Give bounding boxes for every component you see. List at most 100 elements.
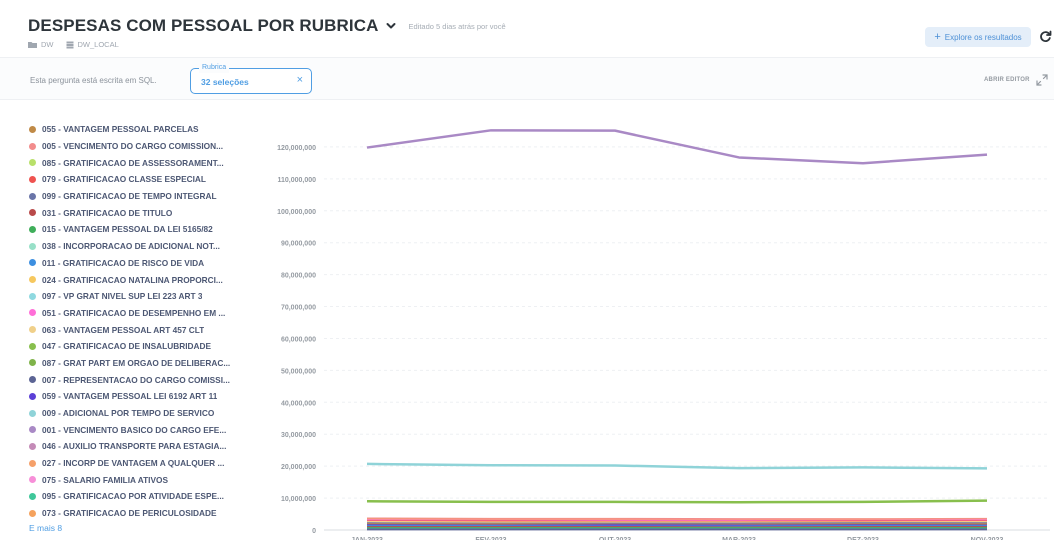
series-line[interactable] bbox=[366, 499, 988, 504]
legend-label: 027 - INCORP DE VANTAGEM A QUALQUER ... bbox=[42, 458, 225, 469]
breadcrumb-dw-local[interactable]: DW_LOCAL bbox=[66, 40, 119, 49]
filter-label: Rubrica bbox=[199, 63, 230, 73]
refresh-icon[interactable] bbox=[1039, 30, 1052, 43]
legend-item[interactable]: 085 - GRATIFICACAO DE ASSESSORAMENT... bbox=[29, 154, 259, 171]
plus-icon: + bbox=[934, 30, 941, 43]
legend-item[interactable]: 095 - GRATIFICACAO POR ATIVIDADE ESPE... bbox=[29, 488, 259, 505]
line-chart: 0 10,000,000 20,000,000 30,000,000 40,000,00… bbox=[277, 129, 1050, 540]
legend-dot-icon bbox=[29, 209, 36, 217]
legend-dot-icon bbox=[29, 175, 36, 183]
legend-dot-icon bbox=[29, 242, 36, 250]
legend-dot-icon bbox=[29, 376, 36, 384]
breadcrumb-dw[interactable]: DW bbox=[28, 40, 54, 49]
legend-item[interactable]: 009 - ADICIONAL POR TEMPO DE SERVICO bbox=[29, 405, 259, 422]
legend-label: 087 - GRAT PART EM ORGAO DE DELIBERAC... bbox=[42, 357, 231, 368]
y-tick-label: 20,000,000 bbox=[281, 464, 316, 471]
y-tick-label: 110,000,000 bbox=[277, 177, 316, 184]
legend-label: 075 - SALARIO FAMILIA ATIVOS bbox=[42, 474, 169, 485]
legend-label: 059 - VANTAGEM PESSOAL LEI 6192 ART 11 bbox=[42, 391, 218, 402]
rubrica-filter[interactable]: Rubrica 32 seleções × bbox=[190, 63, 312, 94]
legend-item[interactable]: 001 - VENCIMENTO BASICO DO CARGO EFE... bbox=[29, 421, 259, 438]
legend-label: 055 - VANTAGEM PESSOAL PARCELAS bbox=[42, 124, 199, 135]
legend-item[interactable]: 097 - VP GRAT NIVEL SUP LEI 223 ART 3 bbox=[29, 288, 259, 305]
breadcrumb: DW DW_LOCAL bbox=[28, 40, 131, 49]
legend-item[interactable]: 015 - VANTAGEM PESSOAL DA LEI 5165/82 bbox=[29, 221, 259, 238]
question-header: DESPESAS COM PESSOAL POR RUBRICA Editado… bbox=[0, 0, 1054, 58]
legend-item[interactable]: 087 - GRAT PART EM ORGAO DE DELIBERAC... bbox=[29, 355, 259, 372]
legend-label: 011 - GRATIFICACAO DE RISCO DE VIDA bbox=[42, 257, 205, 268]
legend-label: 024 - GRATIFICACAO NATALINA PROPORCI... bbox=[42, 274, 223, 285]
filter-value: 32 seleções bbox=[201, 77, 249, 87]
legend-item[interactable]: 099 - GRATIFICACAO DE TEMPO INTEGRAL bbox=[29, 188, 259, 205]
legend-dot-icon bbox=[29, 392, 36, 400]
legend-item[interactable]: 005 - VENCIMENTO DO CARGO COMISSION... bbox=[29, 138, 259, 155]
y-tick-label: 120,000,000 bbox=[277, 145, 316, 152]
explore-results-label: Explore os resultados bbox=[944, 32, 1022, 42]
breadcrumb-label: DW_LOCAL bbox=[77, 40, 119, 49]
legend-item[interactable]: 075 - SALARIO FAMILIA ATIVOS bbox=[29, 471, 259, 488]
legend-item[interactable]: 063 - VANTAGEM PESSOAL ART 457 CLT bbox=[29, 321, 259, 338]
database-icon bbox=[66, 41, 73, 48]
filter-bar: Esta pergunta está escrita em SQL. Rubri… bbox=[0, 58, 1054, 100]
legend-dot-icon bbox=[29, 342, 36, 350]
y-tick-label: 80,000,000 bbox=[281, 273, 316, 280]
legend-item[interactable]: 059 - VANTAGEM PESSOAL LEI 6192 ART 11 bbox=[29, 388, 259, 405]
legend-item[interactable]: 038 - INCORPORACAO DE ADICIONAL NOT... bbox=[29, 238, 259, 255]
legend-item[interactable]: 079 - GRATIFICACAO CLASSE ESPECIAL bbox=[29, 171, 259, 188]
legend-dot-icon bbox=[29, 426, 36, 434]
y-tick-label: 50,000,000 bbox=[281, 368, 316, 375]
legend-label: 051 - GRATIFICACAO DE DESEMPENHO EM ... bbox=[42, 307, 226, 318]
close-icon[interactable]: × bbox=[297, 74, 303, 86]
chevron-down-icon[interactable] bbox=[385, 20, 397, 32]
legend-dot-icon bbox=[29, 142, 36, 150]
legend-label: 046 - AUXILIO TRANSPORTE PARA ESTAGIA... bbox=[42, 441, 227, 452]
legend-dot-icon bbox=[29, 292, 36, 300]
legend-dot-icon bbox=[29, 459, 36, 467]
legend-label: 005 - VENCIMENTO DO CARGO COMISSION... bbox=[42, 141, 224, 152]
open-editor-button[interactable]: ABRIR EDITOR bbox=[984, 77, 1030, 83]
y-tick-label: 60,000,000 bbox=[281, 336, 316, 343]
legend-label: 015 - VANTAGEM PESSOAL DA LEI 5165/82 bbox=[42, 224, 213, 235]
page-title[interactable]: DESPESAS COM PESSOAL POR RUBRICA bbox=[28, 16, 379, 36]
legend-item[interactable]: 051 - GRATIFICACAO DE DESEMPENHO EM ... bbox=[29, 305, 259, 322]
edited-timestamp[interactable]: Editado 5 dias atrás por você bbox=[409, 22, 506, 31]
legend-dot-icon bbox=[29, 159, 36, 167]
folder-icon bbox=[28, 42, 37, 48]
legend-label: 079 - GRATIFICACAO CLASSE ESPECIAL bbox=[42, 174, 206, 185]
legend-label: 031 - GRATIFICACAO DE TITULO bbox=[42, 207, 173, 218]
legend-dot-icon bbox=[29, 326, 36, 334]
legend-item[interactable]: 047 - GRATIFICACAO DE INSALUBRIDADE bbox=[29, 338, 259, 355]
legend-dot-icon bbox=[29, 225, 36, 233]
title-row: DESPESAS COM PESSOAL POR RUBRICA Editado… bbox=[28, 16, 506, 36]
legend-item[interactable]: 027 - INCORP DE VANTAGEM A QUALQUER ... bbox=[29, 455, 259, 472]
y-tick-label: 0 bbox=[312, 528, 316, 535]
y-tick-label: 100,000,000 bbox=[277, 209, 316, 216]
legend-item[interactable]: 046 - AUXILIO TRANSPORTE PARA ESTAGIA... bbox=[29, 438, 259, 455]
legend-label: 099 - GRATIFICACAO DE TEMPO INTEGRAL bbox=[42, 191, 217, 202]
y-tick-label: 90,000,000 bbox=[281, 241, 316, 248]
legend-more-link[interactable]: E mais 8 bbox=[29, 523, 259, 533]
legend-label: 073 - GRATIFICACAO DE PERICULOSIDADE bbox=[42, 508, 217, 519]
y-tick-label: 10,000,000 bbox=[281, 496, 316, 503]
y-tick-label: 30,000,000 bbox=[281, 432, 316, 439]
legend-label: 001 - VENCIMENTO BASICO DO CARGO EFE... bbox=[42, 424, 227, 435]
legend-label: 097 - VP GRAT NIVEL SUP LEI 223 ART 3 bbox=[42, 291, 203, 302]
legend-item[interactable]: 024 - GRATIFICACAO NATALINA PROPORCI... bbox=[29, 271, 259, 288]
legend-dot-icon bbox=[29, 359, 36, 367]
legend-label: 095 - GRATIFICACAO POR ATIVIDADE ESPE... bbox=[42, 491, 224, 502]
legend-label: 047 - GRATIFICACAO DE INSALUBRIDADE bbox=[42, 341, 212, 352]
legend-item[interactable]: 073 - GRATIFICACAO DE PERICULOSIDADE bbox=[29, 505, 259, 522]
legend-dot-icon bbox=[29, 276, 36, 284]
legend-item[interactable]: 055 - VANTAGEM PESSOAL PARCELAS bbox=[29, 121, 259, 138]
legend-dot-icon bbox=[29, 309, 36, 317]
legend-dot-icon bbox=[29, 509, 36, 517]
legend-label: 009 - ADICIONAL POR TEMPO DE SERVICO bbox=[42, 408, 215, 419]
expand-icon[interactable] bbox=[1036, 74, 1048, 86]
legend-item[interactable]: 031 - GRATIFICACAO DE TITULO bbox=[29, 204, 259, 221]
legend-dot-icon bbox=[29, 259, 36, 267]
legend-item[interactable]: 007 - REPRESENTACAO DO CARGO COMISSI... bbox=[29, 371, 259, 388]
explore-results-button[interactable]: + Explore os resultados bbox=[925, 27, 1031, 47]
legend-item[interactable]: 011 - GRATIFICACAO DE RISCO DE VIDA bbox=[29, 255, 259, 272]
legend-dot-icon bbox=[29, 192, 36, 200]
legend-dot-icon bbox=[29, 492, 36, 500]
